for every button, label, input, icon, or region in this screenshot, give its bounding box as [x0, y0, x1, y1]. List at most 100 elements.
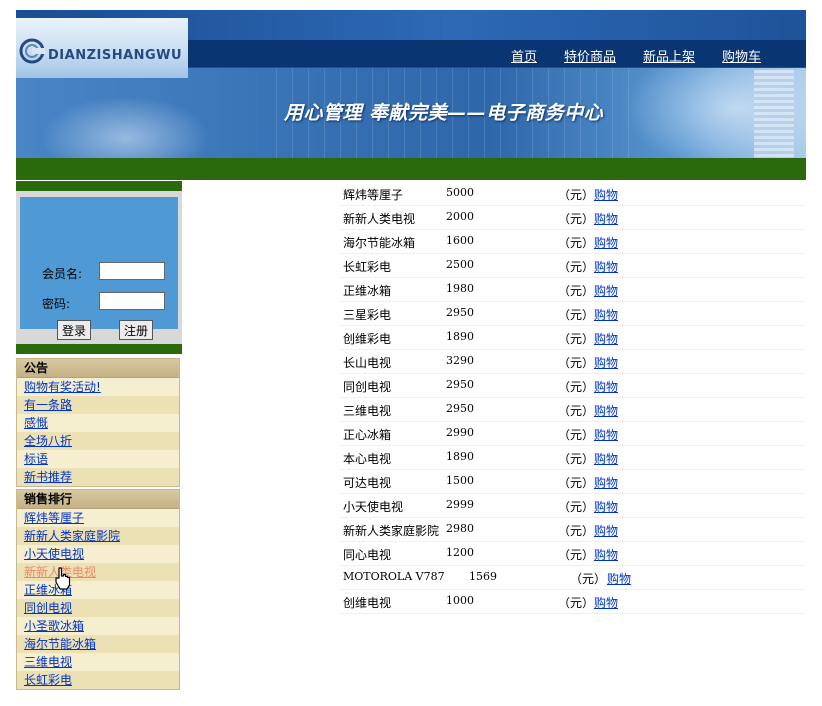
logo-icon — [19, 38, 45, 64]
notice-link[interactable]: 有一条路 — [24, 398, 72, 412]
notice-link[interactable]: 新书推荐 — [24, 470, 72, 484]
buy-link[interactable]: 购物 — [594, 522, 618, 539]
product-name: 同创电视 — [343, 380, 392, 394]
product-price: 1980 — [446, 282, 474, 295]
list-item: 感慨 — [17, 414, 179, 432]
buy-link[interactable]: 购物 — [594, 474, 618, 491]
building-image — [754, 70, 794, 158]
buy-link[interactable]: 购物 — [594, 234, 618, 251]
price-unit: （元） — [558, 356, 595, 370]
ranking-link[interactable]: 新新人类家庭影院 — [24, 529, 120, 543]
main-nav: 首页 特价商品 新品上架 购物车 — [511, 46, 788, 65]
table-row: 海尔节能冰箱 1600 （元） 购物 — [340, 230, 806, 254]
list-item: 海尔节能冰箱 — [17, 635, 179, 653]
ranking-link[interactable]: 海尔节能冰箱 — [24, 637, 96, 651]
login-button[interactable]: 登录 — [57, 320, 92, 340]
product-name: 创维电视 — [343, 596, 392, 610]
list-item: 新新人类家庭影院 — [17, 527, 179, 545]
login-top-strip — [16, 181, 182, 191]
product-price: 1000 — [446, 594, 474, 607]
buy-link[interactable]: 购物 — [594, 210, 618, 227]
buy-link[interactable]: 购物 — [594, 426, 618, 443]
ranking-link[interactable]: 同创电视 — [24, 601, 72, 615]
product-name: 三星彩电 — [343, 308, 392, 322]
product-price: 5000 — [446, 186, 474, 199]
login-bottom-strip — [16, 344, 182, 354]
product-price: 2500 — [446, 258, 474, 271]
table-row: 新新人类电视 2000 （元） 购物 — [340, 206, 806, 230]
buy-link[interactable]: 购物 — [594, 378, 618, 395]
list-item: 正维冰箱 — [17, 581, 179, 599]
product-price: 2980 — [446, 522, 474, 535]
price-unit: （元） — [570, 572, 607, 586]
buy-link[interactable]: 购物 — [594, 546, 618, 563]
nav-specials-link[interactable]: 特价商品 — [564, 46, 616, 65]
buy-link[interactable]: 购物 — [594, 306, 618, 323]
member-name-input[interactable] — [99, 262, 165, 280]
notice-link[interactable]: 标语 — [24, 452, 48, 466]
ranking-link[interactable]: 长虹彩电 — [24, 673, 72, 687]
logo-text: DIANZISHANGWU — [48, 48, 183, 63]
notice-title: 公告 — [17, 359, 179, 378]
product-name: 本心电视 — [343, 452, 392, 466]
table-row: 小天使电视 2999 （元） 购物 — [340, 494, 806, 518]
nav-home-link[interactable]: 首页 — [511, 46, 537, 65]
buy-link[interactable]: 购物 — [594, 594, 618, 611]
ranking-link[interactable]: 小圣歌冰箱 — [24, 619, 84, 633]
nav-cart-link[interactable]: 购物车 — [722, 46, 761, 65]
buy-link[interactable]: 购物 — [594, 354, 618, 371]
product-price: 2950 — [446, 402, 474, 415]
price-unit: （元） — [558, 332, 595, 346]
password-input[interactable] — [99, 292, 165, 310]
product-name: 长虹彩电 — [343, 260, 392, 274]
logo-area: DIANZISHANGWU — [16, 18, 188, 78]
buy-link[interactable]: 购物 — [594, 498, 618, 515]
ranking-link[interactable]: 辉炜等厘子 — [24, 511, 84, 525]
buy-link[interactable]: 购物 — [594, 258, 618, 275]
sales-ranking-list: 辉炜等厘子 新新人类家庭影院 小天使电视 新新人类电视 正维冰箱 同创电视 小圣… — [17, 509, 179, 689]
buy-link[interactable]: 购物 — [607, 570, 631, 587]
product-price: 2950 — [446, 378, 474, 391]
buy-link[interactable]: 购物 — [594, 330, 618, 347]
table-row: 长山电视 3290 （元） 购物 — [340, 350, 806, 374]
ranking-link[interactable]: 小天使电视 — [24, 547, 84, 561]
table-row: 新新人类家庭影院 2980 （元） 购物 — [340, 518, 806, 542]
register-button[interactable]: 注册 — [119, 320, 154, 340]
table-row: 同创电视 2950 （元） 购物 — [340, 374, 806, 398]
product-name: 正心冰箱 — [343, 428, 392, 442]
nav-new-arrivals-link[interactable]: 新品上架 — [643, 46, 695, 65]
table-row: 本心电视 1890 （元） 购物 — [340, 446, 806, 470]
buy-link[interactable]: 购物 — [594, 450, 618, 467]
price-unit: （元） — [558, 236, 595, 250]
product-price: 2999 — [446, 498, 474, 511]
price-unit: （元） — [558, 260, 595, 274]
product-price: 2000 — [446, 210, 474, 223]
price-unit: （元） — [558, 452, 595, 466]
ranking-link[interactable]: 三维电视 — [24, 655, 72, 669]
table-row: 创维彩电 1890 （元） 购物 — [340, 326, 806, 350]
buy-link[interactable]: 购物 — [594, 282, 618, 299]
price-unit: （元） — [558, 188, 595, 202]
product-name: 同心电视 — [343, 548, 392, 562]
slogan: 用心管理 奉献完美——电子商务中心 — [284, 102, 604, 124]
green-divider-bar — [16, 158, 806, 180]
notice-link[interactable]: 全场八折 — [24, 434, 72, 448]
list-item: 购物有奖活动! — [17, 378, 179, 396]
buy-link[interactable]: 购物 — [594, 186, 618, 203]
notice-link[interactable]: 感慨 — [24, 416, 48, 430]
list-item: 辉炜等厘子 — [17, 509, 179, 527]
product-price: 1890 — [446, 330, 474, 343]
product-name: 三维电视 — [343, 404, 392, 418]
list-item: 新书推荐 — [17, 468, 179, 486]
product-price: 1500 — [446, 474, 474, 487]
buy-link[interactable]: 购物 — [594, 402, 618, 419]
table-row: 创维电视 1000 （元） 购物 — [340, 590, 806, 614]
product-price: 1569 — [469, 570, 497, 583]
table-row: 三维电视 2950 （元） 购物 — [340, 398, 806, 422]
price-unit: （元） — [558, 596, 595, 610]
price-unit: （元） — [558, 428, 595, 442]
password-label: 密码: — [42, 297, 71, 311]
notice-link[interactable]: 购物有奖活动! — [24, 380, 101, 394]
price-unit: （元） — [558, 548, 595, 562]
price-unit: （元） — [558, 500, 595, 514]
